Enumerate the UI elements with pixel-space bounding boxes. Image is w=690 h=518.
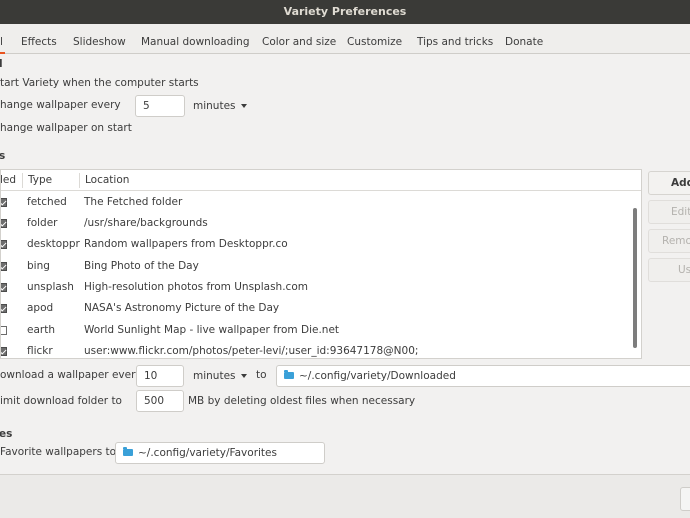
column-header-location[interactable]: Location (85, 170, 129, 191)
row-location: World Sunlight Map - live wallpaper from… (84, 324, 340, 336)
chevron-down-icon (240, 104, 247, 108)
table-row[interactable]: apod NASA's Astronomy Picture of the Day (1, 298, 641, 319)
row-type: apod (27, 302, 54, 314)
download-interval-unit-dropdown[interactable]: minutes (193, 365, 247, 387)
row-location: High-resolution photos from Unsplash.com (84, 281, 308, 293)
copy-favorites-checkbox[interactable]: Favorite wallpapers to (0, 446, 116, 458)
table-row[interactable]: desktoppr Random wallpapers from Desktop… (1, 234, 641, 255)
row-enabled-checkbox[interactable] (1, 240, 7, 249)
column-separator (22, 173, 23, 188)
tab-donate[interactable]: Donate (505, 24, 543, 54)
row-enabled-checkbox[interactable] (1, 347, 7, 356)
favorites-folder-path: ~/.config/variety/Favorites (138, 447, 277, 459)
dialog-footer (0, 475, 690, 518)
change-interval-unit-dropdown[interactable]: minutes (193, 95, 247, 117)
change-interval-unit-label: minutes (193, 100, 236, 112)
sources-table-header: led Type Location (1, 170, 641, 191)
column-header-type[interactable]: Type (28, 170, 52, 191)
table-row[interactable]: folder /usr/share/backgrounds (1, 213, 641, 234)
tab-effects[interactable]: Effects (21, 24, 57, 54)
download-to-label: to (256, 369, 267, 381)
sources-section-heading: s (0, 150, 6, 162)
sources-table: led Type Location fetched The Fetched fo… (0, 169, 642, 359)
table-row[interactable]: fetched The Fetched folder (1, 192, 641, 213)
sources-table-scrollbar[interactable] (633, 208, 637, 348)
tab-manual-downloading[interactable]: Manual downloading (141, 24, 250, 54)
add-source-button[interactable]: Add (648, 171, 690, 195)
window-titlebar: Variety Preferences (0, 0, 690, 24)
row-location: /usr/share/backgrounds (84, 217, 208, 229)
download-every-checkbox[interactable]: ownload a wallpaper every (0, 369, 142, 381)
row-enabled-checkbox[interactable] (1, 198, 7, 207)
row-enabled-checkbox[interactable] (1, 283, 7, 292)
column-header-enabled[interactable]: led (1, 170, 16, 191)
limit-size-suffix: MB by deleting oldest files when necessa… (188, 395, 416, 407)
row-enabled-checkbox[interactable] (1, 304, 7, 313)
folder-icon (284, 369, 294, 379)
table-row[interactable]: flickr user:www.flickr.com/photos/peter-… (1, 341, 641, 358)
tab-slideshow[interactable]: Slideshow (73, 24, 126, 54)
tab-general[interactable]: l (0, 24, 5, 54)
row-location: Random wallpapers from Desktoppr.co (84, 238, 288, 250)
table-row[interactable]: bing Bing Photo of the Day (1, 256, 641, 277)
row-location: user:www.flickr.com/photos/peter-levi/;u… (84, 345, 419, 357)
favorites-section-heading: es (0, 428, 13, 440)
favorites-folder-chooser[interactable]: ~/.config/variety/Favorites (115, 442, 325, 464)
tab-tips-and-tricks[interactable]: Tips and tricks (417, 24, 493, 54)
edit-source-button[interactable]: Edit (648, 200, 690, 224)
change-interval-input[interactable]: 5 (135, 95, 185, 117)
download-folder-path: ~/.config/variety/Downloaded (299, 370, 456, 382)
download-folder-chooser[interactable]: ~/.config/variety/Downloaded (276, 365, 690, 387)
row-type: unsplash (27, 281, 74, 293)
row-enabled-checkbox[interactable] (1, 219, 7, 228)
row-type: bing (27, 260, 50, 272)
row-type: flickr (27, 345, 53, 357)
row-type: folder (27, 217, 58, 229)
row-type: fetched (27, 196, 67, 208)
download-interval-input[interactable]: 10 (136, 365, 184, 387)
limit-download-checkbox[interactable]: imit download folder to (0, 395, 122, 407)
row-location: Bing Photo of the Day (84, 260, 199, 272)
row-type: desktoppr (27, 238, 80, 250)
use-source-button[interactable]: Use (648, 258, 690, 282)
change-on-start-checkbox[interactable]: hange wallpaper on start (0, 122, 132, 134)
folder-icon (123, 446, 133, 456)
footer-button[interactable] (680, 487, 690, 511)
tab-bar: l Effects Slideshow Manual downloading C… (0, 24, 690, 54)
download-interval-unit-label: minutes (193, 370, 236, 382)
start-on-login-checkbox[interactable]: tart Variety when the computer starts (0, 77, 199, 89)
window-title: Variety Preferences (283, 5, 407, 18)
remove-source-button[interactable]: Remove (648, 229, 690, 253)
limit-size-input[interactable]: 500 (136, 390, 184, 412)
general-section-heading: l (0, 58, 3, 70)
tab-customize[interactable]: Customize (347, 24, 402, 54)
row-type: earth (27, 324, 55, 336)
tab-color-and-size[interactable]: Color and size (262, 24, 336, 54)
table-row[interactable]: unsplash High-resolution photos from Uns… (1, 277, 641, 298)
row-location: The Fetched folder (84, 196, 183, 208)
chevron-down-icon (240, 374, 247, 378)
row-enabled-checkbox[interactable] (1, 326, 7, 335)
table-row[interactable]: earth World Sunlight Map - live wallpape… (1, 320, 641, 341)
row-enabled-checkbox[interactable] (1, 262, 7, 271)
column-separator (79, 173, 80, 188)
change-every-checkbox[interactable]: hange wallpaper every (0, 99, 121, 111)
row-location: NASA's Astronomy Picture of the Day (84, 302, 280, 314)
